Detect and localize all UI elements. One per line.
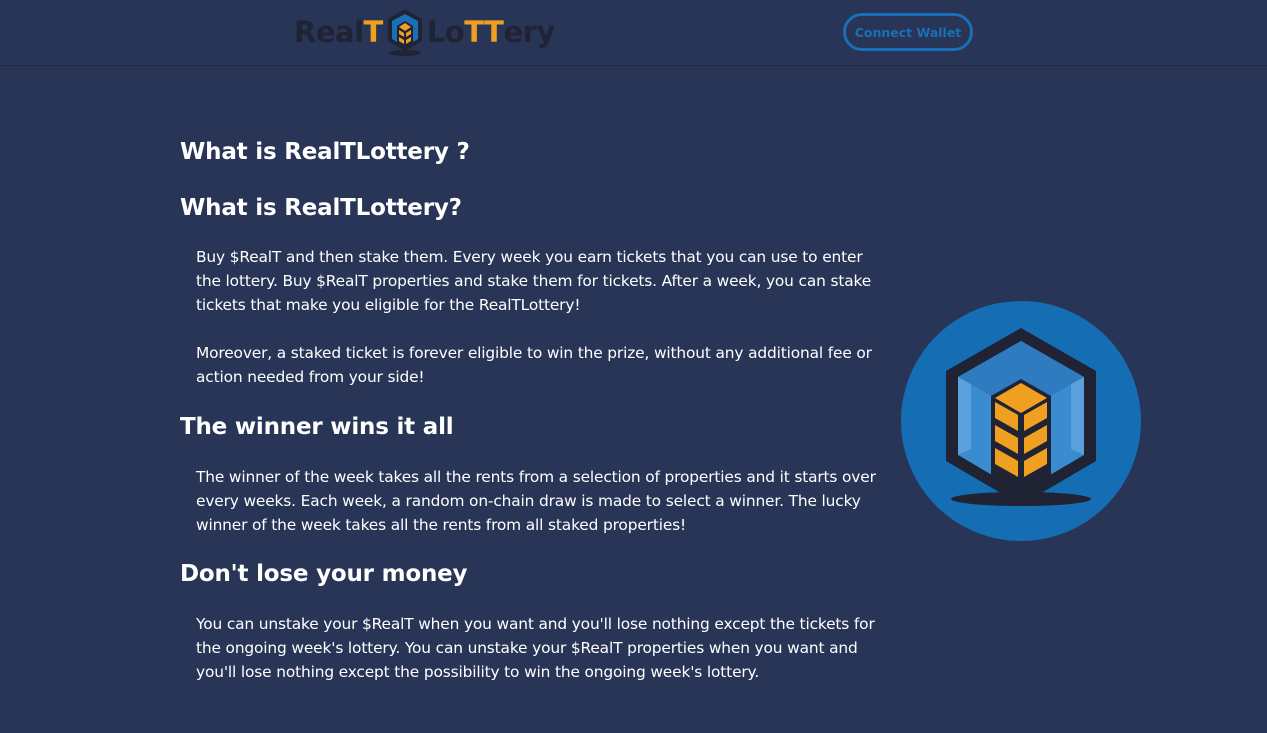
section-paragraph: Buy $RealT and then stake them. Every we… xyxy=(196,248,872,314)
logo-text-t: T xyxy=(363,15,384,49)
logo-text-real: Real xyxy=(294,15,364,49)
top-header: Real T Lo TT ery Connect Wallet xyxy=(0,0,1267,66)
section-paragraph: You can unstake your $RealT when you wan… xyxy=(196,615,875,681)
section-dont-lose: Don't lose your money You can unstake yo… xyxy=(180,561,890,684)
section-heading: What is RealTLottery? xyxy=(180,195,462,221)
section-winner: The winner wins it all The winner of the… xyxy=(180,414,890,537)
section-paragraph: Moreover, a staked ticket is forever eli… xyxy=(196,344,872,386)
section-what-is: What is RealTLottery? Buy $RealT and the… xyxy=(180,195,890,389)
cube-building-icon xyxy=(901,301,1141,541)
logo-text-tt: TT xyxy=(464,15,504,49)
connect-wallet-button[interactable]: Connect Wallet xyxy=(843,13,973,51)
section-paragraph: The winner of the week takes all the ren… xyxy=(196,468,876,534)
cube-logo-icon xyxy=(387,9,422,56)
logo-text-ery: ery xyxy=(503,15,555,49)
page-title: What is RealTLottery ? xyxy=(180,139,470,165)
section-heading: The winner wins it all xyxy=(180,414,454,440)
section-heading: Don't lose your money xyxy=(180,561,468,587)
logo-text-lo: Lo xyxy=(426,15,465,49)
site-logo[interactable]: Real T Lo TT ery xyxy=(294,6,555,58)
